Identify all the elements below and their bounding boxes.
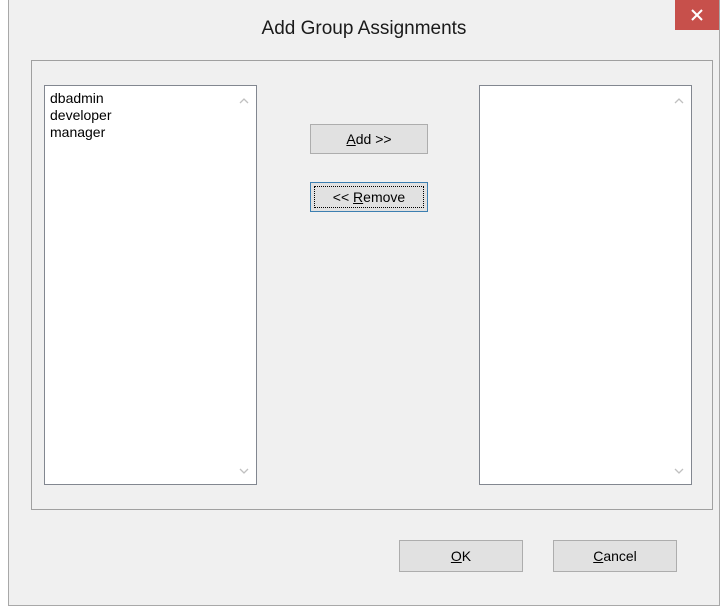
available-groups-list[interactable]: dbadmin developer manager xyxy=(44,85,257,485)
available-groups-items: dbadmin developer manager xyxy=(50,90,112,141)
scroll-up-arrow-icon[interactable] xyxy=(673,96,685,106)
list-item[interactable]: developer xyxy=(50,107,112,124)
add-button[interactable]: Add >> xyxy=(310,124,428,154)
ok-button-mnemonic: O xyxy=(450,548,462,564)
scroll-down-arrow-icon[interactable] xyxy=(673,466,685,476)
close-icon xyxy=(691,9,703,21)
dialog-client-area: dbadmin developer manager Add >> << Remo… xyxy=(31,60,713,596)
assignment-group-box: dbadmin developer manager Add >> << Remo… xyxy=(31,60,713,510)
add-button-mnemonic: A xyxy=(346,131,356,147)
cancel-button[interactable]: Cancel xyxy=(553,540,677,572)
title-bar[interactable]: Add Group Assignments xyxy=(9,0,719,60)
cancel-button-label: ancel xyxy=(603,548,637,564)
close-button[interactable] xyxy=(675,0,719,30)
ok-button[interactable]: OK xyxy=(399,540,523,572)
cancel-button-mnemonic: C xyxy=(593,548,604,564)
dialog-title: Add Group Assignments xyxy=(261,18,467,39)
scroll-up-arrow-icon[interactable] xyxy=(238,96,250,106)
remove-button[interactable]: << Remove xyxy=(310,182,428,212)
ok-button-label: K xyxy=(461,548,472,564)
list-item[interactable]: dbadmin xyxy=(50,90,112,107)
focus-rectangle xyxy=(314,186,424,208)
add-button-label: dd >> xyxy=(355,131,392,147)
scroll-down-arrow-icon[interactable] xyxy=(238,466,250,476)
add-group-assignments-dialog: Add Group Assignments dbadmin developer … xyxy=(8,0,720,606)
assigned-groups-list[interactable] xyxy=(479,85,692,485)
list-item[interactable]: manager xyxy=(50,124,112,141)
